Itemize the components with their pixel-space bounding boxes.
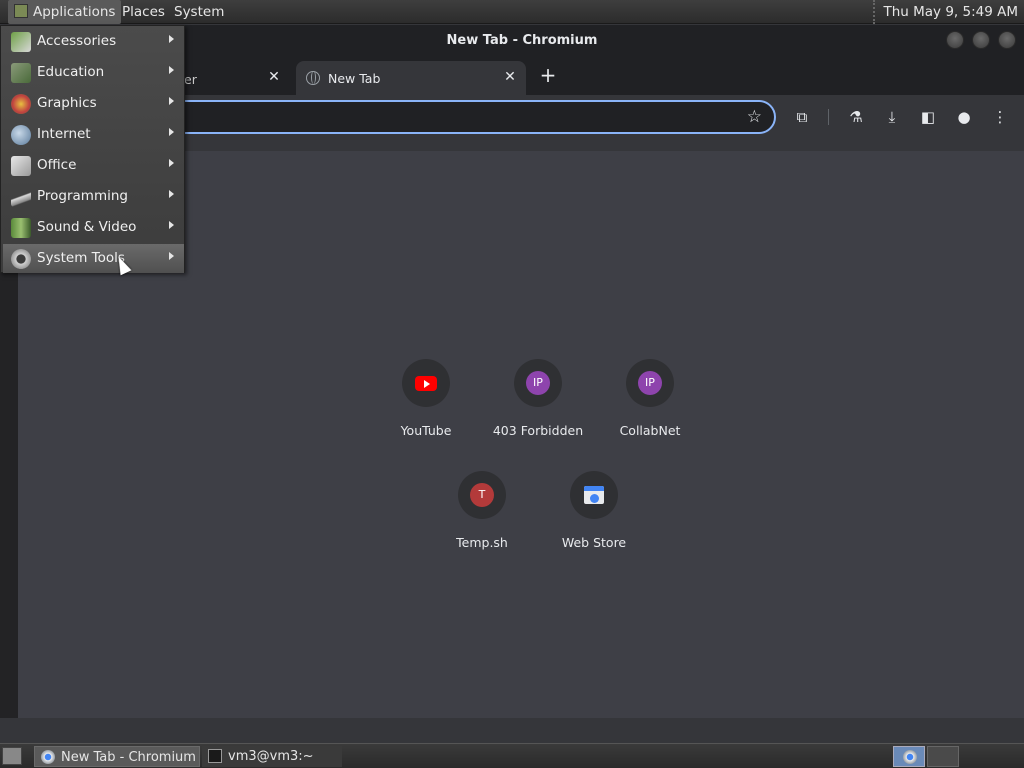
menu-item-accessories[interactable]: Accessories xyxy=(3,27,184,56)
taskbar-item-label: New Tab - Chromium xyxy=(61,750,196,765)
accessories-icon xyxy=(11,32,31,52)
applications-label: Applications xyxy=(33,4,116,20)
menu-item-label: Accessories xyxy=(37,33,117,49)
education-icon xyxy=(11,63,31,83)
internet-globe-icon xyxy=(11,125,31,145)
shortcut-label: Temp.sh xyxy=(456,535,508,550)
shortcut-tile xyxy=(570,471,618,519)
maximize-button[interactable] xyxy=(972,31,990,49)
menu-item-sound-video[interactable]: Sound & Video xyxy=(3,213,184,242)
shortcut-temp-sh[interactable]: T Temp.sh xyxy=(426,471,538,561)
applications-dropdown: Accessories Education Graphics Internet … xyxy=(0,25,185,273)
chromium-icon xyxy=(903,750,917,764)
workspace-switcher-1[interactable] xyxy=(893,746,925,767)
submenu-arrow-icon xyxy=(169,252,174,260)
show-desktop-icon[interactable] xyxy=(2,747,22,765)
shortcut-label: 403 Forbidden xyxy=(492,423,584,438)
top-panel: Applications Places System Thu May 9, 5:… xyxy=(0,0,1024,24)
submenu-arrow-icon xyxy=(169,66,174,74)
close-tab-icon[interactable]: ✕ xyxy=(502,69,518,85)
ip-letter-icon: IP xyxy=(638,371,662,395)
places-menu[interactable]: Places xyxy=(116,0,171,24)
shortcut-label: Web Store xyxy=(561,535,627,550)
shortcut-tile xyxy=(402,359,450,407)
tab-new-tab[interactable]: New Tab ✕ xyxy=(296,61,526,95)
shortcut-tile: IP xyxy=(514,359,562,407)
toolbar-divider xyxy=(828,109,829,125)
programming-trowel-icon xyxy=(11,187,31,207)
menu-item-label: Sound & Video xyxy=(37,219,137,235)
terminal-icon xyxy=(208,749,222,763)
submenu-arrow-icon xyxy=(169,97,174,105)
clock[interactable]: Thu May 9, 5:49 AM xyxy=(873,0,1018,24)
extensions-icon[interactable]: ⧉ xyxy=(792,107,812,127)
close-tab-icon[interactable]: ✕ xyxy=(266,69,282,85)
shortcut-collabnet[interactable]: IP CollabNet xyxy=(594,359,706,449)
menu-item-programming[interactable]: Programming xyxy=(3,182,184,211)
system-tools-gear-icon xyxy=(11,249,31,269)
taskbar-item-terminal[interactable]: vm3@vm3:~ xyxy=(202,746,342,767)
submenu-arrow-icon xyxy=(169,190,174,198)
menu-item-office[interactable]: Office xyxy=(3,151,184,180)
menu-item-label: System Tools xyxy=(37,250,125,266)
ip-letter-icon: IP xyxy=(526,371,550,395)
globe-icon xyxy=(306,71,320,85)
menu-item-system-tools[interactable]: System Tools xyxy=(3,244,184,273)
office-icon xyxy=(11,156,31,176)
bottom-panel: New Tab - Chromium vm3@vm3:~ xyxy=(0,743,1024,768)
menu-item-graphics[interactable]: Graphics xyxy=(3,89,184,118)
tab-label: er xyxy=(184,72,197,87)
shortcut-403-forbidden[interactable]: IP 403 Forbidden xyxy=(482,359,594,449)
submenu-arrow-icon xyxy=(169,128,174,136)
shortcut-tile: T xyxy=(458,471,506,519)
address-bar[interactable]: ☆ xyxy=(120,100,776,134)
shortcut-tile: IP xyxy=(626,359,674,407)
menu-item-label: Programming xyxy=(37,188,128,204)
sound-video-icon xyxy=(11,218,31,238)
menu-item-label: Graphics xyxy=(37,95,97,111)
shortcut-label: YouTube xyxy=(400,423,452,438)
submenu-arrow-icon xyxy=(169,221,174,229)
submenu-arrow-icon xyxy=(169,159,174,167)
menu-item-education[interactable]: Education xyxy=(3,58,184,87)
taskbar-item-chromium[interactable]: New Tab - Chromium xyxy=(34,746,200,767)
bookmark-star-icon[interactable]: ☆ xyxy=(747,107,762,127)
menu-item-internet[interactable]: Internet xyxy=(3,120,184,149)
chromium-icon xyxy=(41,750,55,764)
shortcut-youtube[interactable]: YouTube xyxy=(370,359,482,449)
system-menu[interactable]: System xyxy=(168,0,230,24)
minimize-button[interactable] xyxy=(946,31,964,49)
applications-menu[interactable]: Applications xyxy=(8,0,122,24)
workspace-switcher-2[interactable] xyxy=(927,746,959,767)
shortcut-web-store[interactable]: Web Store xyxy=(538,471,650,561)
shortcut-label: CollabNet xyxy=(619,423,681,438)
labs-flask-icon[interactable]: ⚗ xyxy=(846,107,866,127)
taskbar-item-label: vm3@vm3:~ xyxy=(228,749,314,764)
submenu-arrow-icon xyxy=(169,35,174,43)
t-letter-icon: T xyxy=(470,483,494,507)
profile-icon[interactable]: ● xyxy=(954,107,974,127)
menu-item-label: Office xyxy=(37,157,77,173)
youtube-icon xyxy=(414,371,438,395)
webstore-icon xyxy=(582,483,606,507)
more-menu-icon[interactable]: ⋮ xyxy=(990,107,1010,127)
new-tab-button[interactable]: + xyxy=(538,63,558,87)
close-window-button[interactable] xyxy=(998,31,1016,49)
side-panel-icon[interactable]: ◧ xyxy=(918,107,938,127)
menu-item-label: Internet xyxy=(37,126,91,142)
download-icon[interactable]: ⤓ xyxy=(882,107,902,127)
tab-label: New Tab xyxy=(328,71,381,86)
address-input[interactable] xyxy=(202,108,702,128)
graphics-icon xyxy=(11,94,31,114)
menu-item-label: Education xyxy=(37,64,105,80)
applications-icon xyxy=(14,4,28,18)
